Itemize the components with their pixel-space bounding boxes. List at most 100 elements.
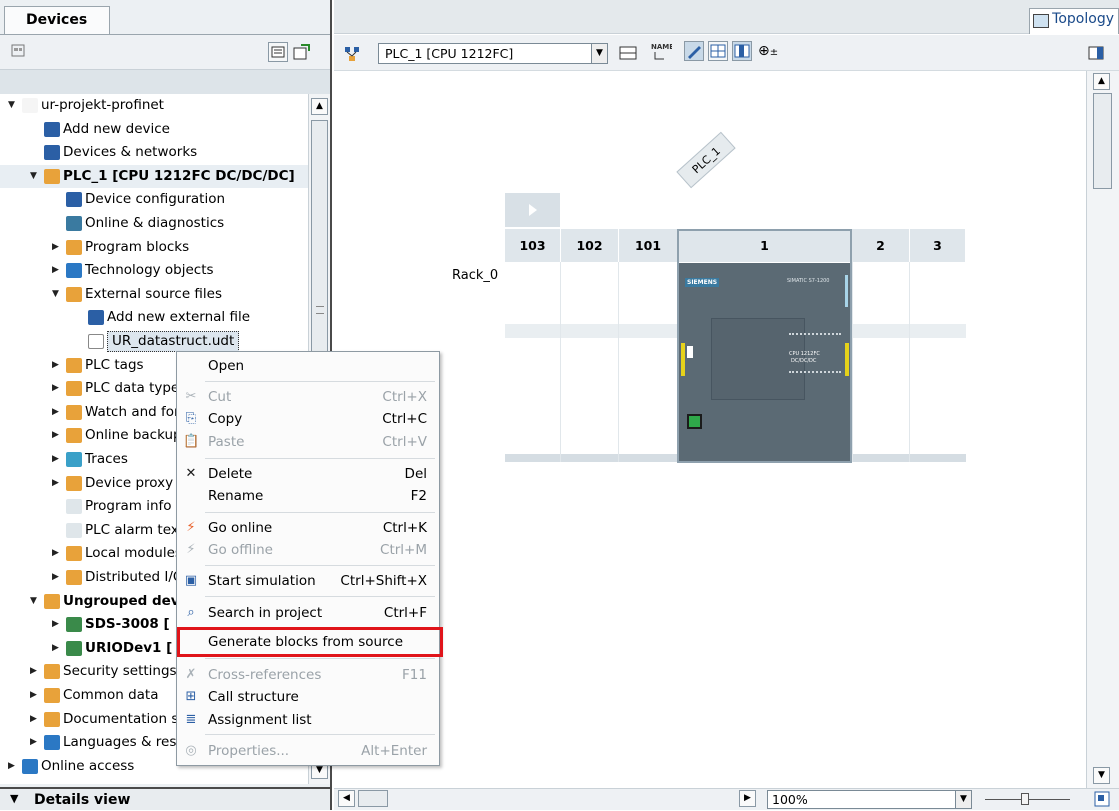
- collapse-arrow-icon[interactable]: ▼: [30, 165, 40, 188]
- menu-item-paste[interactable]: 📋 Paste Ctrl+V: [177, 431, 439, 453]
- tree-node[interactable]: ▶ Program blocks: [0, 236, 308, 259]
- menu-item-go-offline[interactable]: ⚡ Go offline Ctrl+M: [177, 539, 439, 561]
- devices-tab[interactable]: Devices: [4, 6, 110, 36]
- details-view-header[interactable]: ▼ Details view: [0, 787, 330, 810]
- expand-arrow-icon[interactable]: ▶: [52, 377, 62, 400]
- menu-item-call-structure[interactable]: ⊞ Call structure: [177, 686, 439, 708]
- menu-item-rename[interactable]: Rename F2: [177, 485, 439, 507]
- zoom-slider[interactable]: [985, 793, 1070, 805]
- slot-header[interactable]: 101: [619, 229, 678, 262]
- expand-rack-button[interactable]: [505, 193, 560, 227]
- zoom-value: 100%: [772, 792, 808, 807]
- menu-item-shortcut: Ctrl+F: [383, 605, 427, 621]
- menu-item-search-in-project[interactable]: ⌕ Search in project Ctrl+F: [177, 602, 439, 624]
- profinet-port: [687, 414, 702, 429]
- tree-node[interactable]: UR_datastruct.udt: [0, 330, 308, 353]
- zoom-select[interactable]: 100% ▼: [767, 790, 972, 809]
- refresh-tree-icon[interactable]: [292, 42, 312, 62]
- scroll-up-arrow-icon[interactable]: ▲: [1093, 73, 1110, 90]
- menu-item-label: Start simulation: [208, 573, 316, 589]
- scroll-left-arrow-icon[interactable]: ◀: [338, 790, 355, 807]
- tree-node[interactable]: Devices & networks: [0, 141, 308, 164]
- slot-header[interactable]: 2: [852, 229, 910, 262]
- menu-separator: [205, 734, 435, 735]
- menu-item-delete[interactable]: ✕ Delete Del: [177, 463, 439, 485]
- tree-node[interactable]: ▼ ur-projekt-profinet: [0, 94, 308, 117]
- dropdown-arrow-icon[interactable]: ▼: [955, 791, 971, 808]
- zoom-icon[interactable]: ⊕±: [758, 43, 788, 63]
- tree-node[interactable]: ▶ Technology objects: [0, 259, 308, 282]
- module-list-icon[interactable]: [618, 43, 638, 63]
- plc-name-label[interactable]: PLC_1: [676, 131, 736, 189]
- dropdown-arrow-icon[interactable]: ▼: [591, 44, 607, 63]
- paste-icon: 📋: [183, 434, 200, 449]
- menu-item-label: Properties...: [208, 743, 290, 759]
- expand-arrow-icon[interactable]: ▶: [52, 259, 62, 282]
- menu-item-cut[interactable]: ✂ Cut Ctrl+X: [177, 386, 439, 408]
- slot-header[interactable]: 103: [505, 229, 561, 262]
- menu-item-label: Cut: [208, 389, 232, 405]
- tree-node[interactable]: ▼ PLC_1 [CPU 1212FC DC/DC/DC]: [0, 164, 308, 188]
- menu-item-assignment-list[interactable]: ≣ Assignment list: [177, 709, 439, 731]
- expand-arrow-icon[interactable]: ▶: [30, 731, 40, 754]
- expand-arrow-icon[interactable]: ▶: [30, 684, 40, 707]
- tree-node-label: Add new external file: [107, 309, 251, 326]
- expand-arrow-icon[interactable]: ▶: [52, 566, 62, 589]
- menu-item-label: Call structure: [208, 689, 299, 705]
- expand-arrow-icon[interactable]: ▶: [52, 542, 62, 565]
- menu-item-open[interactable]: Open: [177, 355, 439, 377]
- tree-node-label: Devices & networks: [63, 144, 198, 161]
- grid-toggle-button[interactable]: [708, 41, 728, 61]
- tree-node[interactable]: Device configuration: [0, 188, 308, 211]
- pan-tool-button[interactable]: [684, 41, 704, 61]
- collapse-arrow-icon[interactable]: ▼: [30, 590, 40, 613]
- expand-arrow-icon[interactable]: ▶: [52, 401, 62, 424]
- panel-toggle-icon[interactable]: [1088, 45, 1108, 63]
- menu-item-cross-references[interactable]: ✗ Cross-references F11: [177, 664, 439, 686]
- tree-node-icon: [44, 121, 60, 137]
- expand-arrow-icon[interactable]: ▶: [8, 755, 18, 778]
- tree-node[interactable]: Add new device: [0, 118, 308, 141]
- tree-node[interactable]: Add new external file: [0, 306, 308, 329]
- menu-item-shortcut: Ctrl+C: [382, 411, 427, 427]
- scroll-down-arrow-icon[interactable]: ▼: [1093, 767, 1110, 784]
- expand-arrow-icon[interactable]: ▶: [52, 637, 62, 660]
- expand-arrow-icon[interactable]: ▶: [52, 354, 62, 377]
- canvas-scrollbar[interactable]: ▲ ▼: [1086, 71, 1119, 789]
- expand-arrow-icon[interactable]: ▶: [52, 236, 62, 259]
- show-names-icon[interactable]: NAME: [650, 41, 674, 61]
- slot-header[interactable]: 3: [910, 229, 966, 262]
- tree-node-icon: [66, 428, 82, 444]
- collapse-arrow-icon[interactable]: ▼: [52, 283, 62, 306]
- expand-arrow-icon[interactable]: ▶: [30, 660, 40, 683]
- expand-arrow-icon[interactable]: ▶: [52, 448, 62, 471]
- menu-item-start-simulation[interactable]: ▣ Start simulation Ctrl+Shift+X: [177, 570, 439, 592]
- tree-node-icon: [66, 522, 82, 538]
- menu-item-generate-blocks-from-source[interactable]: Generate blocks from source: [177, 631, 439, 653]
- canvas-scroll-thumb[interactable]: [1093, 93, 1112, 189]
- menu-item-copy[interactable]: ⎘ Copy Ctrl+C: [177, 408, 439, 430]
- tree-node[interactable]: ▼ External source files: [0, 283, 308, 306]
- overview-view-button[interactable]: [268, 42, 288, 62]
- play-icon: [529, 204, 537, 216]
- topology-view-tab[interactable]: Topology: [1029, 8, 1119, 34]
- expand-arrow-icon[interactable]: ▶: [52, 613, 62, 636]
- menu-item-go-online[interactable]: ⚡ Go online Ctrl+K: [177, 517, 439, 539]
- tree-node[interactable]: Online & diagnostics: [0, 212, 308, 235]
- horizontal-scroll-thumb[interactable]: [358, 790, 388, 807]
- inspector-toggle-button[interactable]: [732, 41, 752, 61]
- menu-item-properties[interactable]: ◎ Properties... Alt+Enter: [177, 740, 439, 762]
- scroll-up-arrow-icon[interactable]: ▲: [311, 98, 328, 115]
- expand-arrow-icon[interactable]: ▶: [52, 472, 62, 495]
- project-icon[interactable]: [10, 42, 30, 62]
- expand-arrow-icon[interactable]: ▶: [52, 424, 62, 447]
- expand-arrow-icon[interactable]: ▶: [30, 708, 40, 731]
- network-view-icon[interactable]: [342, 43, 362, 63]
- slot-header[interactable]: 102: [561, 229, 619, 262]
- device-select[interactable]: PLC_1 [CPU 1212FC] ▼: [378, 43, 608, 64]
- overview-navigation-icon[interactable]: [1094, 791, 1110, 807]
- collapse-arrow-icon[interactable]: ▼: [8, 94, 18, 117]
- scroll-right-arrow-icon[interactable]: ▶: [739, 790, 756, 807]
- cpu-module[interactable]: SIEMENS SIMATIC S7-1200 CPU 1212FC DC/DC…: [679, 263, 850, 461]
- go-online-icon: ⚡: [186, 520, 196, 535]
